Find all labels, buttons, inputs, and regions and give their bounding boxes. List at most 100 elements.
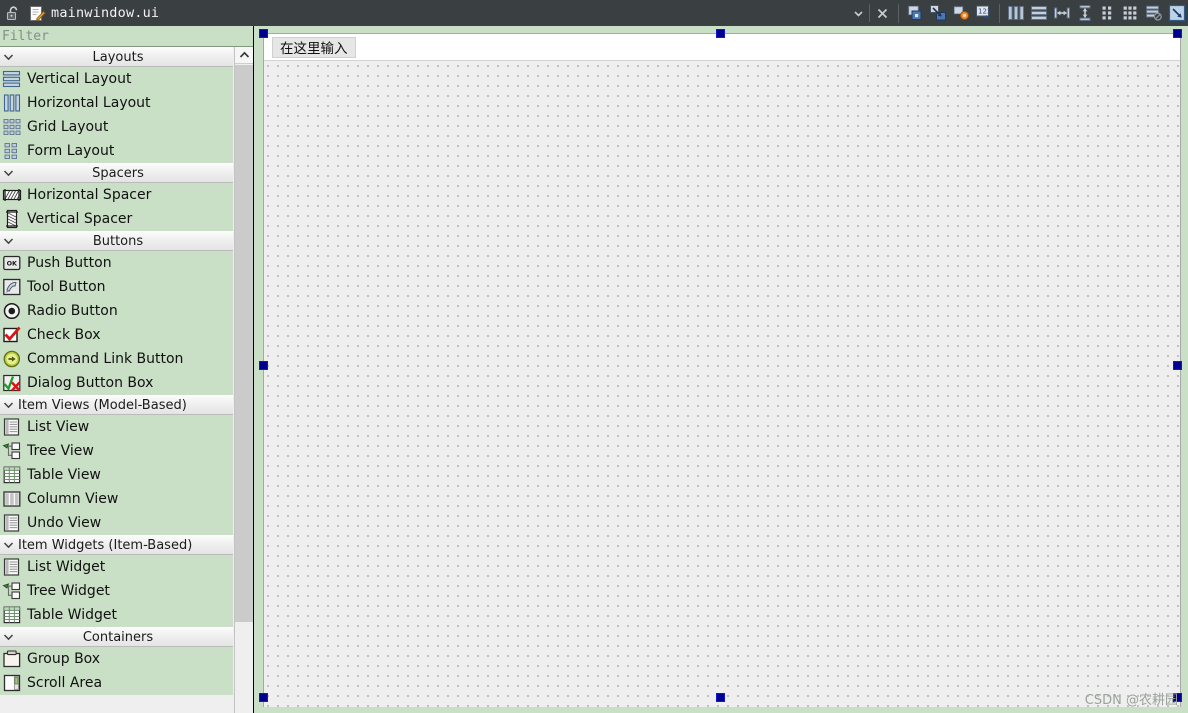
command-link-button-icon (3, 350, 21, 368)
widget-group-label: Layouts (92, 49, 144, 65)
chevron-down-icon[interactable] (0, 633, 17, 641)
widget-item[interactable]: Vertical Layout (0, 67, 233, 91)
handle-top-right[interactable] (1173, 29, 1182, 38)
horizontal-spacer-icon (2, 189, 22, 201)
central-widget[interactable] (264, 61, 1180, 707)
widget-item-label: Form Layout (27, 143, 115, 159)
chevron-down-icon[interactable] (0, 53, 17, 61)
layout-form-tool[interactable] (1096, 0, 1119, 26)
scroll-area-icon (3, 674, 21, 692)
handle-bottom-right[interactable] (1173, 693, 1182, 702)
widget-group-label: Item Views (Model-Based) (18, 397, 187, 413)
widget-item-label: Scroll Area (27, 675, 103, 691)
widget-item-label: Grid Layout (27, 119, 109, 135)
scroll-up-button[interactable] (235, 47, 253, 64)
adjust-size-tool[interactable] (1165, 0, 1188, 26)
widget-item[interactable]: Form Layout (0, 139, 233, 163)
handle-bottom-left[interactable] (259, 693, 268, 702)
widget-item[interactable]: Horizontal Spacer (0, 183, 233, 207)
filter-input[interactable]: Filter (0, 29, 49, 44)
chevron-down-icon[interactable] (0, 237, 17, 245)
chevron-down-icon[interactable] (847, 0, 869, 26)
widget-item[interactable]: Vertical Spacer (0, 207, 233, 231)
close-icon[interactable] (870, 0, 894, 26)
widget-item[interactable]: Tree Widget (0, 579, 233, 603)
layout-horizontally-tool[interactable] (1004, 0, 1027, 26)
chevron-down-icon[interactable] (0, 541, 17, 549)
table-view-icon (0, 464, 24, 486)
widget-item[interactable]: Dialog Button Box (0, 371, 233, 395)
widget-item[interactable]: Table Widget (0, 603, 233, 627)
widget-group-header[interactable]: Item Views (Model-Based) (0, 395, 233, 415)
layout-vertically-tool[interactable] (1027, 0, 1050, 26)
widget-item[interactable]: Grid Layout (0, 115, 233, 139)
undo-view-icon (0, 512, 24, 534)
edit-tab-order-tool[interactable]: 123 (972, 0, 995, 26)
main-window-form[interactable]: 在这里输入 (263, 33, 1181, 707)
list-widget-icon (3, 558, 20, 576)
widget-item-label: Vertical Spacer (27, 211, 133, 227)
edit-signals-slots-tool[interactable] (926, 0, 949, 26)
widget-group-header[interactable]: Containers (0, 627, 233, 647)
widget-item-label: List View (27, 419, 90, 435)
tree-widget-icon (0, 580, 24, 602)
widget-item[interactable]: Tool Button (0, 275, 233, 299)
tree-widget-icon (2, 582, 21, 600)
widget-item[interactable]: Tree View (0, 439, 233, 463)
widget-item[interactable]: Table View (0, 463, 233, 487)
widget-item[interactable]: Command Link Button (0, 347, 233, 371)
widget-item-label: Command Link Button (27, 351, 184, 367)
qt-designer-window: mainwindow.ui 123 Filter Layouts Vertica… (0, 0, 1188, 713)
vertical-layout-icon (0, 68, 24, 90)
table-widget-icon (3, 606, 21, 624)
vertical-spacer-icon (6, 209, 18, 229)
widget-item[interactable]: List View (0, 415, 233, 439)
widget-item-label: Push Button (27, 255, 112, 271)
widget-box-panel: Filter Layouts Vertical Layout Horizontal … (0, 26, 254, 713)
chevron-down-icon[interactable] (0, 169, 17, 177)
widget-item-label: Tool Button (27, 279, 106, 295)
widget-item-label: Horizontal Layout (27, 95, 151, 111)
widget-item[interactable]: Check Box (0, 323, 233, 347)
widget-group-header[interactable]: Layouts (0, 47, 233, 67)
unlocked-padlock-icon[interactable] (0, 0, 26, 26)
form-editor-canvas[interactable]: 在这里输入 CSDN @农耕园 (254, 26, 1188, 713)
filter-bar[interactable]: Filter (0, 26, 253, 47)
break-layout-tool[interactable] (1142, 0, 1165, 26)
chevron-down-icon[interactable] (0, 401, 17, 409)
widget-group-header[interactable]: Buttons (0, 231, 233, 251)
widget-item[interactable]: List Widget (0, 555, 233, 579)
handle-top-left[interactable] (259, 29, 268, 38)
handle-middle-left[interactable] (259, 361, 268, 370)
widget-item[interactable]: Scroll Area (0, 671, 233, 695)
dialog-button-box-icon (0, 372, 24, 394)
toolbar-divider-2 (898, 3, 899, 23)
widget-group-header[interactable]: Item Widgets (Item-Based) (0, 535, 233, 555)
edit-buddies-tool[interactable] (949, 0, 972, 26)
widget-group-label: Buttons (92, 233, 144, 249)
widgetbox-scroll-thumb[interactable] (235, 65, 253, 622)
layout-splitter-horizontal-tool[interactable] (1050, 0, 1073, 26)
widget-box-scrollbar[interactable] (234, 47, 253, 713)
widget-item[interactable]: OK Push Button (0, 251, 233, 275)
edit-widgets-tool[interactable] (903, 0, 926, 26)
widget-item[interactable]: Undo View (0, 511, 233, 535)
vertical-layout-icon (2, 70, 21, 88)
widget-item[interactable]: Horizontal Layout (0, 91, 233, 115)
tree-view-icon (0, 440, 24, 462)
widget-item[interactable]: Group Box (0, 647, 233, 671)
widget-group-header[interactable]: Spacers (0, 163, 233, 183)
widget-item[interactable]: Radio Button (0, 299, 233, 323)
form-menubar[interactable]: 在这里输入 (264, 34, 1180, 61)
horizontal-layout-icon (3, 94, 21, 112)
handle-middle-right[interactable] (1173, 361, 1182, 370)
widget-box-list: Layouts Vertical Layout Horizontal Layout G… (0, 47, 253, 713)
file-name-label: mainwindow.ui (51, 5, 160, 21)
chevron-up-icon (239, 51, 249, 58)
handle-top-center[interactable] (716, 29, 725, 38)
layout-splitter-vertical-tool[interactable] (1073, 0, 1096, 26)
widget-item[interactable]: Column View (0, 487, 233, 511)
handle-bottom-center[interactable] (716, 693, 725, 702)
menubar-type-here[interactable]: 在这里输入 (272, 36, 356, 58)
layout-grid-tool[interactable] (1119, 0, 1142, 26)
